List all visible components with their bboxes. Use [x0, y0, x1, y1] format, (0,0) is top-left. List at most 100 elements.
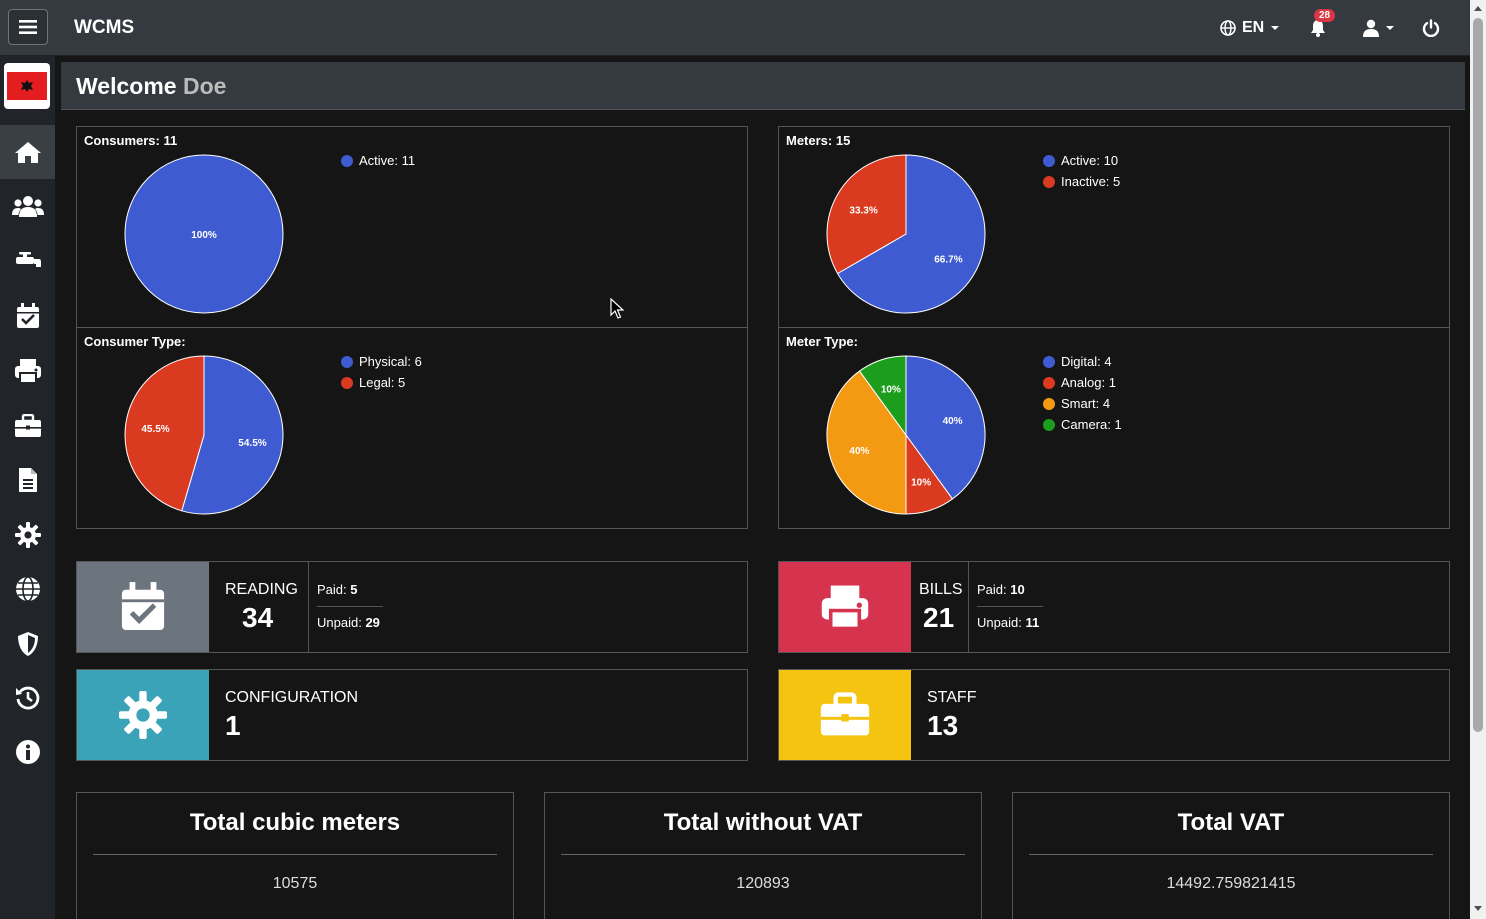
- legend-item[interactable]: Digital: 4: [1043, 351, 1122, 372]
- legend-label: Camera: 1: [1061, 417, 1122, 432]
- welcome-header: Welcome Doe: [61, 62, 1465, 110]
- sidebar: [0, 56, 55, 919]
- legend-label: Digital: 4: [1061, 354, 1112, 369]
- legend-item[interactable]: Active: 11: [341, 150, 415, 171]
- legend-item[interactable]: Analog: 1: [1043, 372, 1122, 393]
- gear-icon: [119, 691, 167, 739]
- page-scrollbar[interactable]: [1470, 0, 1486, 919]
- scroll-down-arrow-icon[interactable]: [1474, 906, 1482, 911]
- legend-swatch: [1043, 418, 1055, 431]
- pie-slice-label: 66.7%: [934, 254, 962, 265]
- consumer-type-legend: Physical: 6 Legal: 5: [341, 351, 422, 393]
- country-flag-button[interactable]: [4, 63, 50, 109]
- legend-item[interactable]: Physical: 6: [341, 351, 422, 372]
- sidebar-item-staff[interactable]: [0, 399, 55, 453]
- paid-value: 5: [350, 582, 358, 597]
- total-vat-card: Total VAT 14492.759821415: [1012, 792, 1450, 919]
- legend-item[interactable]: Legal: 5: [341, 372, 422, 393]
- divider: [561, 854, 965, 855]
- user-dropdown[interactable]: [1363, 14, 1395, 42]
- reading-count: 34: [242, 602, 274, 633]
- consumers-legend: Active: 11: [341, 150, 415, 171]
- language-dropdown[interactable]: EN: [1220, 14, 1280, 42]
- print-icon: [821, 585, 869, 631]
- legend-swatch: [1043, 154, 1055, 167]
- shield-icon: [17, 632, 38, 656]
- divider: [1029, 854, 1433, 855]
- briefcase-icon: [14, 414, 41, 437]
- consumer-type-pie-chart: 54.5% 45.5%: [124, 355, 284, 515]
- scrollbar-thumb[interactable]: [1473, 18, 1483, 732]
- panel-divider: [77, 327, 747, 328]
- sidebar-item-meters[interactable]: [0, 234, 55, 288]
- configuration-info-box[interactable]: CONFIGURATION 1: [76, 669, 748, 761]
- total-card-value: 14492.759821415: [1166, 875, 1296, 892]
- logout-button[interactable]: [1422, 14, 1440, 42]
- reading-info-box[interactable]: READING 34 Paid: 5 Unpaid: 29: [76, 561, 748, 653]
- staff-label: STAFF: [927, 689, 977, 706]
- sidebar-item-readings[interactable]: [0, 289, 55, 343]
- meter-type-pie-chart: 40% 10% 40% 10%: [826, 355, 986, 515]
- sidebar-item-history[interactable]: [0, 671, 55, 725]
- legend-item[interactable]: Smart: 4: [1043, 393, 1122, 414]
- print-icon: [14, 359, 41, 384]
- notification-badge: 28: [1314, 9, 1336, 22]
- gear-icon: [14, 522, 41, 548]
- sidebar-item-reports[interactable]: [0, 453, 55, 507]
- bills-label: BILLS: [919, 581, 963, 598]
- staff-icon-tile: [779, 670, 911, 760]
- legend-swatch: [1043, 175, 1055, 188]
- legend-label: Analog: 1: [1061, 375, 1116, 390]
- welcome-username: Doe: [182, 73, 227, 99]
- caret-down-icon: [1386, 26, 1394, 30]
- unpaid-value: 29: [365, 615, 380, 630]
- pie-slice-label: 10%: [911, 478, 931, 489]
- legend-label: Legal: 5: [359, 375, 406, 390]
- meter-type-chart-title: Meter Type:: [786, 334, 858, 349]
- paid-label: Paid:: [977, 582, 1007, 597]
- legend-swatch: [341, 355, 353, 368]
- legend-item[interactable]: Inactive: 5: [1043, 171, 1120, 192]
- hamburger-icon: [19, 20, 37, 34]
- legend-label: Active: 10: [1061, 153, 1119, 168]
- sidebar-item-consumers[interactable]: [0, 179, 55, 233]
- sidebar-item-security[interactable]: [0, 617, 55, 671]
- bills-unpaid: Unpaid: 11: [977, 615, 1039, 630]
- info-icon: [15, 740, 40, 764]
- scroll-up-arrow-icon[interactable]: [1474, 6, 1482, 11]
- sidebar-item-languages[interactable]: [0, 562, 55, 616]
- bills-paid: Paid: 10: [977, 582, 1025, 597]
- total-cubic-meters-card: Total cubic meters 10575: [76, 792, 514, 919]
- sidebar-item-configuration[interactable]: [0, 508, 55, 562]
- caret-down-icon: [1271, 26, 1280, 30]
- legend-item[interactable]: Active: 10: [1043, 150, 1120, 171]
- total-card-title: Total VAT: [1177, 809, 1285, 836]
- legend-swatch: [1043, 355, 1055, 368]
- consumers-pie-chart: 100%: [124, 154, 284, 314]
- legend-label: Active: 11: [359, 153, 416, 168]
- staff-info-box[interactable]: STAFF 13: [778, 669, 1450, 761]
- bills-icon-tile: [779, 562, 911, 652]
- divider: [93, 854, 497, 855]
- brand-title[interactable]: WCMS: [74, 17, 134, 39]
- globe-icon: [15, 576, 40, 602]
- sidebar-item-bills[interactable]: [0, 344, 55, 398]
- reading-paid: Paid: 5: [317, 582, 358, 597]
- legend-label: Smart: 4: [1061, 396, 1111, 411]
- sidebar-item-home[interactable]: [0, 125, 55, 179]
- menu-toggle-button[interactable]: [8, 9, 48, 45]
- configuration-label: CONFIGURATION: [225, 689, 359, 706]
- legend-label: Physical: 6: [359, 354, 422, 369]
- bills-info-box[interactable]: BILLS 21 Paid: 10 Unpaid: 11: [778, 561, 1450, 653]
- briefcase-icon: [820, 692, 870, 736]
- bills-count: 21: [923, 602, 955, 633]
- welcome-greeting: Welcome: [76, 73, 177, 99]
- language-label: EN: [1242, 19, 1265, 36]
- divider: [968, 562, 969, 652]
- power-icon: [1422, 19, 1440, 37]
- total-card-value: 10575: [272, 875, 318, 892]
- legend-item[interactable]: Camera: 1: [1043, 414, 1122, 435]
- meters-legend: Active: 10 Inactive: 5: [1043, 150, 1120, 192]
- sidebar-item-info[interactable]: [0, 725, 55, 779]
- user-icon: [1363, 19, 1379, 37]
